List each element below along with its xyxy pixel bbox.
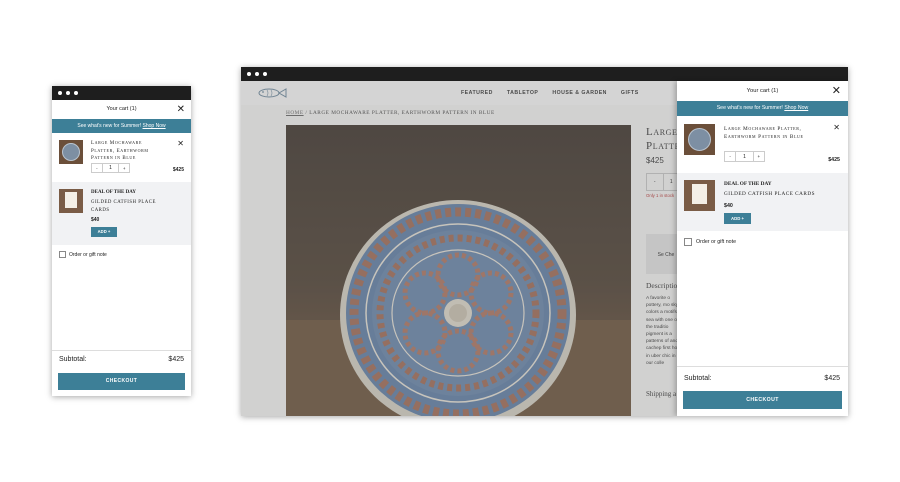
close-icon[interactable]: ✕ [832,81,841,101]
gift-note-checkbox[interactable] [684,238,692,246]
deal-thumbnail [59,189,83,213]
promo-text: See what's new for Summer! [77,123,142,129]
gift-note-row[interactable]: Order or gift note [677,231,848,253]
deal-price: $40 [724,203,733,209]
decrement-button[interactable]: - [725,152,735,161]
remove-item-icon[interactable]: ✕ [833,123,840,132]
deal-label: DEAL OF THE DAY [91,190,136,195]
deal-name: GILDED CATFISH PLACE CARDS [724,191,815,197]
deal-label: DEAL OF THE DAY [724,181,772,187]
remove-item-icon[interactable]: ✕ [177,139,184,148]
cart-item: Large Mochaware Platter, Earthworm Patte… [677,116,848,173]
subtotal-value: $425 [824,375,840,382]
window-dot-icon [66,91,70,95]
deal-of-the-day: DEAL OF THE DAY GILDED CATFISH PLACE CAR… [52,182,191,245]
gift-note-row[interactable]: Order or gift note [52,245,191,265]
window-chrome [241,67,848,81]
page-overlay[interactable] [241,81,677,416]
deal-thumbnail [684,180,715,211]
cart-title: Your cart (1) [746,88,779,94]
gift-note-label: Order or gift note [696,239,737,245]
promo-text: See what's new for Summer! [716,105,783,111]
shop-now-link[interactable]: Shop Now [143,123,166,129]
window-dot-icon [247,72,251,76]
window-dot-icon [255,72,259,76]
cart-header: Your cart (1) ✕ [52,100,191,119]
divider [677,366,848,367]
shop-now-link[interactable]: Shop Now [784,105,808,111]
deal-of-the-day: DEAL OF THE DAY GILDED CATFISH PLACE CAR… [677,173,848,231]
gift-note-label: Order or gift note [69,252,107,258]
quantity-stepper[interactable]: - 1 + [724,151,765,162]
add-deal-button[interactable]: ADD + [724,213,751,224]
decrement-button[interactable]: - [92,164,102,172]
close-icon[interactable]: ✕ [177,100,185,119]
deal-name: GILDED CATFISH PLACE CARDS [91,200,156,213]
subtotal-value: $425 [168,356,184,363]
product-thumbnail [59,140,83,164]
quantity-value[interactable]: 1 [101,164,120,172]
deal-price: $40 [91,217,100,223]
product-thumbnail [684,124,715,155]
item-title: Large Mochaware Platter, Earthworm Patte… [91,141,149,161]
window-chrome [52,86,191,100]
promo-banner: See what's new for Summer! Shop Now [52,119,191,133]
cart-item: Large Mochaware Platter, Earthworm Patte… [52,133,191,182]
increment-button[interactable]: + [754,152,764,161]
item-price: $425 [172,167,184,173]
item-price: $425 [828,157,840,163]
cart-title: Your cart (1) [106,106,137,112]
gift-note-checkbox[interactable] [59,251,66,258]
increment-button[interactable]: + [119,164,129,172]
window-dot-icon [74,91,78,95]
cart-header: Your cart (1) ✕ [677,81,848,101]
checkout-button[interactable]: CHECKOUT [58,373,185,390]
quantity-stepper[interactable]: - 1 + [91,163,130,173]
desktop-mockup: FEATURED TABLETOP HOUSE & GARDEN GIFTS H… [241,67,848,416]
divider [52,350,191,351]
window-dot-icon [263,72,267,76]
window-dot-icon [58,91,62,95]
subtotal-label: Subtotal: [59,356,87,363]
item-title: Large Mochaware Platter, Earthworm Patte… [724,126,804,140]
checkout-button[interactable]: CHECKOUT [683,391,842,409]
promo-banner: See what's new for Summer! Shop Now [677,101,848,116]
mobile-cart-mockup: Your cart (1) ✕ See what's new for Summe… [52,86,191,396]
quantity-value[interactable]: 1 [735,152,754,161]
add-deal-button[interactable]: ADD + [91,227,117,237]
cart-drawer: Your cart (1) ✕ See what's new for Summe… [677,81,848,416]
subtotal-label: Subtotal: [684,375,712,382]
